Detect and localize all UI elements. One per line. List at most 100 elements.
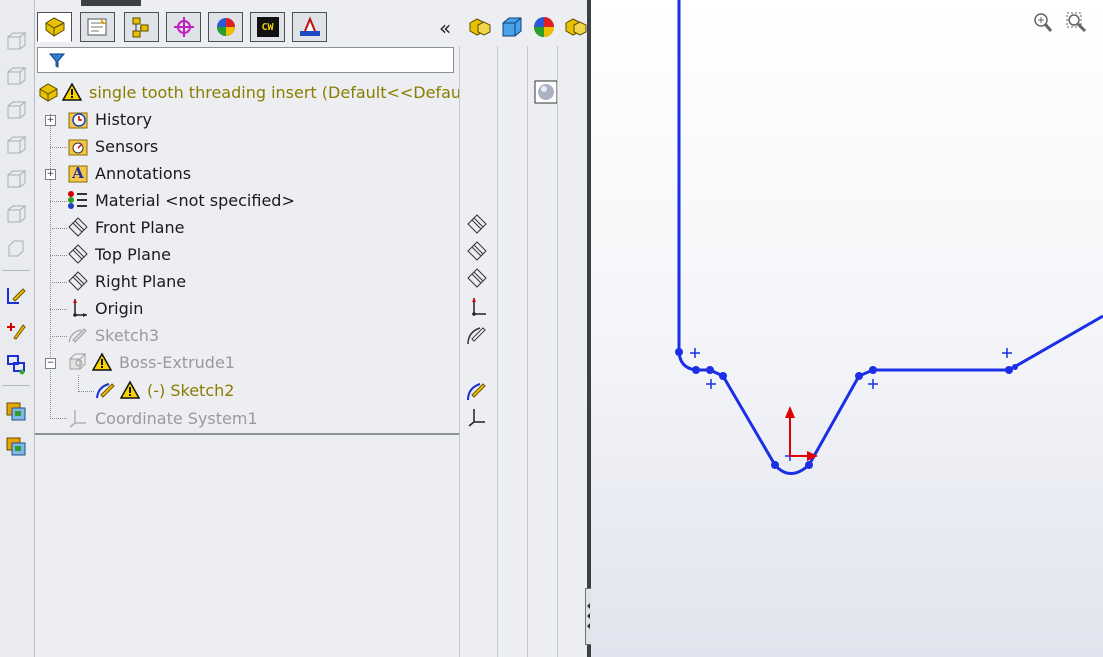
tab-bar-top-strip — [81, 0, 141, 6]
plane-icon[interactable] — [466, 240, 492, 264]
display-pane-column-transparency — [557, 46, 590, 657]
expand-annotations-toggle[interactable]: + — [45, 169, 56, 180]
tree-item-boss-extrude1[interactable]: Boss-Extrude1 — [67, 350, 235, 374]
layer-icon[interactable] — [3, 433, 29, 459]
graphics-viewport[interactable] — [591, 0, 1103, 657]
appearance-icon[interactable] — [531, 14, 557, 40]
tree-root-part[interactable]: single tooth threading insert (Default<<… — [37, 80, 461, 104]
display-pane-column-appearance — [527, 46, 558, 657]
tree-item-label: Boss-Extrude1 — [119, 352, 235, 372]
coordinate-system-icon — [67, 407, 89, 429]
tree-divider — [35, 433, 459, 435]
add-relation-icon[interactable] — [3, 317, 29, 343]
sketch-canvas — [675, 0, 1103, 475]
simulation-tab[interactable] — [292, 12, 327, 42]
tree-item-origin[interactable]: Origin — [67, 296, 143, 320]
tree-root-label: single tooth threading insert (Default<<… — [89, 82, 462, 102]
tree-line — [50, 255, 67, 256]
tree-line — [78, 375, 79, 392]
tree-item-label: Annotations — [95, 163, 192, 183]
sketch-icon — [67, 324, 89, 346]
appearance-sphere-icon[interactable] — [534, 80, 558, 104]
plane-icon[interactable] — [466, 213, 492, 237]
dimxpert-icon — [173, 17, 194, 37]
tree-item-annotations[interactable]: A Annotations — [67, 161, 191, 185]
view-cube-icon[interactable] — [3, 235, 29, 261]
dimxpert-tab[interactable] — [166, 12, 201, 42]
configurationmanager-tab[interactable] — [124, 12, 159, 42]
plane-icon — [67, 270, 89, 292]
view-cube-icon[interactable] — [3, 166, 29, 192]
display-pane-column-hide-show — [459, 46, 497, 657]
tree-line — [50, 336, 67, 337]
collapse-panel-button[interactable]: « — [439, 16, 451, 40]
tree-line — [50, 309, 67, 310]
tree-item-sketch2[interactable]: (-) Sketch2 — [95, 378, 234, 402]
filter-icon — [48, 53, 66, 68]
sketch-icon[interactable] — [466, 378, 492, 404]
display-pane-column-display-mode — [497, 46, 527, 657]
tree-item-label: Origin — [95, 298, 144, 318]
sketch-point — [675, 348, 1018, 469]
part-icon — [37, 81, 59, 103]
tree-item-sensors[interactable]: Sensors — [67, 134, 158, 158]
tree-item-label: Top Plane — [95, 244, 171, 264]
configurationmanager-icon — [132, 17, 148, 38]
view-cube-icon[interactable] — [3, 132, 29, 158]
edit-sketch-icon[interactable] — [3, 282, 29, 308]
extrude-icon — [67, 351, 89, 373]
material-icon — [67, 189, 89, 211]
sketch-icon — [95, 379, 117, 401]
warning-icon — [119, 379, 141, 401]
tree-item-right-plane[interactable]: Right Plane — [67, 269, 186, 293]
simulation-icon — [299, 16, 320, 36]
display-manager-icon — [216, 18, 235, 36]
tree-item-sketch3[interactable]: Sketch3 — [67, 323, 159, 347]
view-cube-icon[interactable] — [3, 201, 29, 227]
tree-item-label: Material <not specified> — [95, 190, 295, 210]
coordinate-system-icon[interactable] — [466, 406, 492, 430]
display-manager-tab[interactable] — [208, 12, 243, 42]
display-style-icon[interactable] — [499, 14, 525, 40]
tree-item-label: Front Plane — [95, 217, 185, 237]
sketch-icon[interactable] — [466, 322, 492, 348]
collapse-boss-extrude-toggle[interactable]: − — [45, 358, 56, 369]
tree-item-top-plane[interactable]: Top Plane — [67, 242, 171, 266]
toolbar-separator — [2, 270, 30, 271]
cam-icon: CW — [256, 17, 279, 37]
view-cube-icon[interactable] — [3, 28, 29, 54]
feature-tree: single tooth threading insert (Default<<… — [35, 78, 461, 433]
left-vertical-toolbar — [0, 0, 35, 657]
sketch-entities-icon[interactable] — [3, 351, 29, 377]
layer-icon[interactable] — [3, 398, 29, 424]
history-icon — [67, 108, 89, 130]
tree-item-label: (-) Sketch2 — [147, 380, 235, 400]
toolbar-separator — [2, 385, 30, 386]
plane-icon — [67, 243, 89, 265]
view-cube-icon[interactable] — [3, 97, 29, 123]
display-states-icon[interactable] — [467, 14, 493, 40]
tree-item-coordinate-system1[interactable]: Coordinate System1 — [67, 406, 258, 430]
tree-filter-input[interactable] — [37, 47, 454, 73]
origin-icon[interactable] — [466, 296, 492, 320]
annotations-icon: A — [67, 162, 89, 184]
featuremanager-tab[interactable] — [37, 12, 72, 42]
tree-item-label: Sensors — [95, 136, 159, 156]
propertymanager-icon — [87, 18, 106, 36]
featuremanager-icon — [45, 17, 64, 37]
tree-line — [78, 391, 94, 392]
propertymanager-tab[interactable] — [80, 12, 115, 42]
tree-line — [50, 418, 67, 419]
tree-line — [50, 201, 67, 202]
scenes-icon[interactable] — [563, 14, 589, 40]
featuremanager-panel: CW « single tooth threading insert (Defa… — [35, 0, 590, 657]
view-cube-icon[interactable] — [3, 63, 29, 89]
tree-item-history[interactable]: History — [67, 107, 152, 131]
tree-item-material[interactable]: Material <not specified> — [67, 188, 295, 212]
plane-icon[interactable] — [466, 267, 492, 291]
tree-item-front-plane[interactable]: Front Plane — [67, 215, 184, 239]
cam-tab[interactable]: CW — [250, 12, 285, 42]
tree-item-label: Coordinate System1 — [95, 408, 258, 428]
expand-history-toggle[interactable]: + — [45, 115, 56, 126]
origin-arrow-indicator — [785, 406, 818, 461]
